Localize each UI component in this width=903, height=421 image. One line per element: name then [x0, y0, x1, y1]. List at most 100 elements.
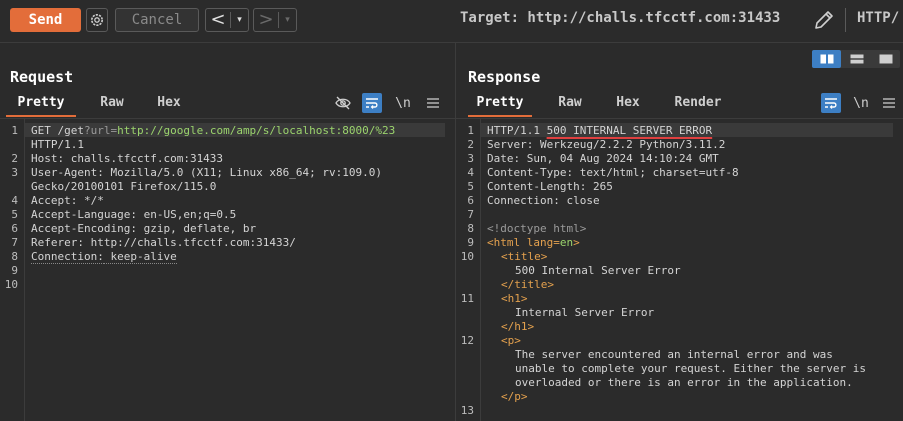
query-param: ?url=: [83, 124, 118, 137]
status-line: HTTP/1.1 500 INTERNAL SERVER ERROR: [487, 124, 893, 138]
tab-request-hex[interactable]: Hex: [146, 93, 192, 115]
line-number: 7: [11, 236, 18, 249]
line-number: 8: [11, 250, 18, 263]
header-connection: Connection: keep-alive: [31, 250, 445, 264]
line-number: 7: [467, 208, 474, 221]
line-number: 10: [4, 278, 18, 291]
tab-response-raw[interactable]: Raw: [548, 93, 592, 115]
forward-nav[interactable]: > ▾: [253, 8, 297, 32]
forward-arrow-icon[interactable]: >: [254, 9, 278, 31]
line-number: 6: [11, 222, 18, 235]
wrap-icon: [825, 98, 837, 109]
header-date: Date: Sun, 04 Aug 2024 14:10:24 GMT: [487, 152, 719, 165]
newline-label: \n: [395, 95, 411, 111]
response-editor[interactable]: 1 2 3 4 5 6 7 8 9 10 11 12 13 HTTP/1.1 5…: [456, 118, 903, 421]
title-text: 500 Internal Server Error: [515, 264, 681, 277]
line-number: 11: [460, 292, 474, 305]
send-button[interactable]: Send: [10, 8, 81, 32]
back-arrow-icon[interactable]: <: [206, 9, 230, 31]
show-newlines-toggle[interactable]: \n: [393, 93, 413, 113]
p-text-line: The server encountered an internal error…: [515, 348, 833, 361]
line-number: 10: [460, 250, 474, 263]
wrap-icon: [366, 98, 378, 109]
back-history-dropdown-icon[interactable]: ▾: [231, 15, 248, 25]
layout-stacked-button[interactable]: [842, 50, 871, 68]
header-accept-language: Accept-Language: en-US,en;q=0.5: [31, 208, 237, 221]
request-editor[interactable]: 1 2 3 4 5 6 7 8 9 10 GET /get?url=http:/…: [0, 118, 455, 421]
layout-tabs-button[interactable]: [871, 50, 900, 68]
request-title: Request: [10, 68, 74, 86]
settings-button[interactable]: [86, 8, 108, 32]
columns-icon: [820, 54, 833, 64]
line-number: 2: [11, 152, 18, 165]
doctype: <!doctype html>: [487, 222, 587, 235]
word-wrap-toggle[interactable]: [821, 93, 841, 113]
line-number: 9: [11, 264, 18, 277]
layout-side-by-side-button[interactable]: [812, 50, 841, 68]
p-close-tag: </p>: [501, 390, 528, 403]
header-user-agent-wrap: Gecko/20100101 Firefox/115.0: [31, 180, 217, 193]
tab-response-hex[interactable]: Hex: [606, 93, 650, 115]
header-referer: Referer: http://challs.tfcctf.com:31433/: [31, 236, 296, 249]
http-version-selector[interactable]: HTTP/: [857, 10, 899, 26]
line-number: 6: [467, 194, 474, 207]
http-protocol: HTTP/1.1: [487, 124, 547, 137]
request-line: GET /get?url=http://google.com/amp/s/loc…: [31, 124, 445, 138]
show-newlines-toggle[interactable]: \n: [851, 93, 871, 113]
word-wrap-toggle[interactable]: [362, 93, 382, 113]
header-host: Host: challs.tfcctf.com:31433: [31, 152, 224, 165]
html-lang-value: en: [559, 236, 574, 249]
tab-response-render[interactable]: Render: [666, 93, 730, 115]
title-close-tag: </title>: [501, 278, 554, 291]
h1-close-tag: </h1>: [501, 320, 535, 333]
html-tag-line: <html lang=en>: [487, 236, 893, 250]
header-user-agent: User-Agent: Mozilla/5.0 (X11; Linux x86_…: [31, 166, 382, 179]
cancel-button[interactable]: Cancel: [115, 8, 199, 32]
newline-label: \n: [853, 95, 869, 111]
request-menu-button[interactable]: [423, 93, 443, 113]
query-url-value: http://google.com/amp/s/localhost:8000/%…: [117, 124, 396, 137]
forward-history-dropdown-icon[interactable]: ▾: [279, 15, 296, 25]
line-number: 8: [467, 222, 474, 235]
header-connection-key: Connection:: [31, 250, 104, 264]
html-tag-close: >: [573, 236, 580, 249]
single-pane-icon: [879, 54, 892, 64]
rows-icon: [850, 54, 863, 64]
request-panel: Request Pretty Raw Hex \n 1 2 3 4 5 6 7 …: [0, 43, 456, 421]
pencil-icon: [815, 11, 833, 29]
header-server: Server: Werkzeug/2.2.2 Python/3.11.2: [487, 138, 726, 151]
tab-request-raw[interactable]: Raw: [88, 93, 136, 115]
line-number: 3: [467, 152, 474, 165]
header-connection-value: keep-alive: [103, 250, 177, 264]
toolbar: Send Cancel < ▾ > ▾ Target: http://chall…: [0, 0, 903, 43]
line-number: 2: [467, 138, 474, 151]
eye-off-icon: [335, 96, 351, 110]
line-number: 1: [11, 124, 18, 137]
header-content-type: Content-Type: text/html; charset=utf-8: [487, 166, 739, 179]
gear-icon: [91, 14, 103, 26]
line-number: 13: [460, 404, 474, 417]
request-line-wrap: HTTP/1.1: [31, 138, 84, 151]
header-accept: Accept: */*: [31, 194, 104, 207]
response-menu-button[interactable]: [879, 93, 899, 113]
back-nav[interactable]: < ▾: [205, 8, 249, 32]
header-accept-encoding: Accept-Encoding: gzip, deflate, br: [31, 222, 257, 235]
tab-response-pretty[interactable]: Pretty: [468, 93, 532, 117]
request-method-path: GET /get: [31, 124, 84, 137]
hide-nonprintable-button[interactable]: [333, 93, 353, 113]
p-text-line: unable to complete your request. Either …: [515, 362, 866, 375]
p-text-line: overloaded or there is an error in the a…: [515, 376, 853, 389]
status-code: 500 INTERNAL SERVER ERROR: [546, 124, 713, 137]
hamburger-menu-icon: [883, 98, 895, 108]
edit-target-button[interactable]: [812, 8, 836, 32]
tab-request-pretty[interactable]: Pretty: [6, 93, 76, 117]
response-title: Response: [468, 68, 541, 86]
line-number: 1: [467, 124, 474, 137]
target-url: Target: http://challs.tfcctf.com:31433: [460, 10, 781, 26]
line-number: 12: [460, 334, 474, 347]
hamburger-menu-icon: [427, 98, 439, 108]
line-number: 3: [11, 166, 18, 179]
divider: [845, 8, 846, 32]
line-number: 9: [467, 236, 474, 249]
p-open-tag: <p>: [501, 334, 521, 347]
